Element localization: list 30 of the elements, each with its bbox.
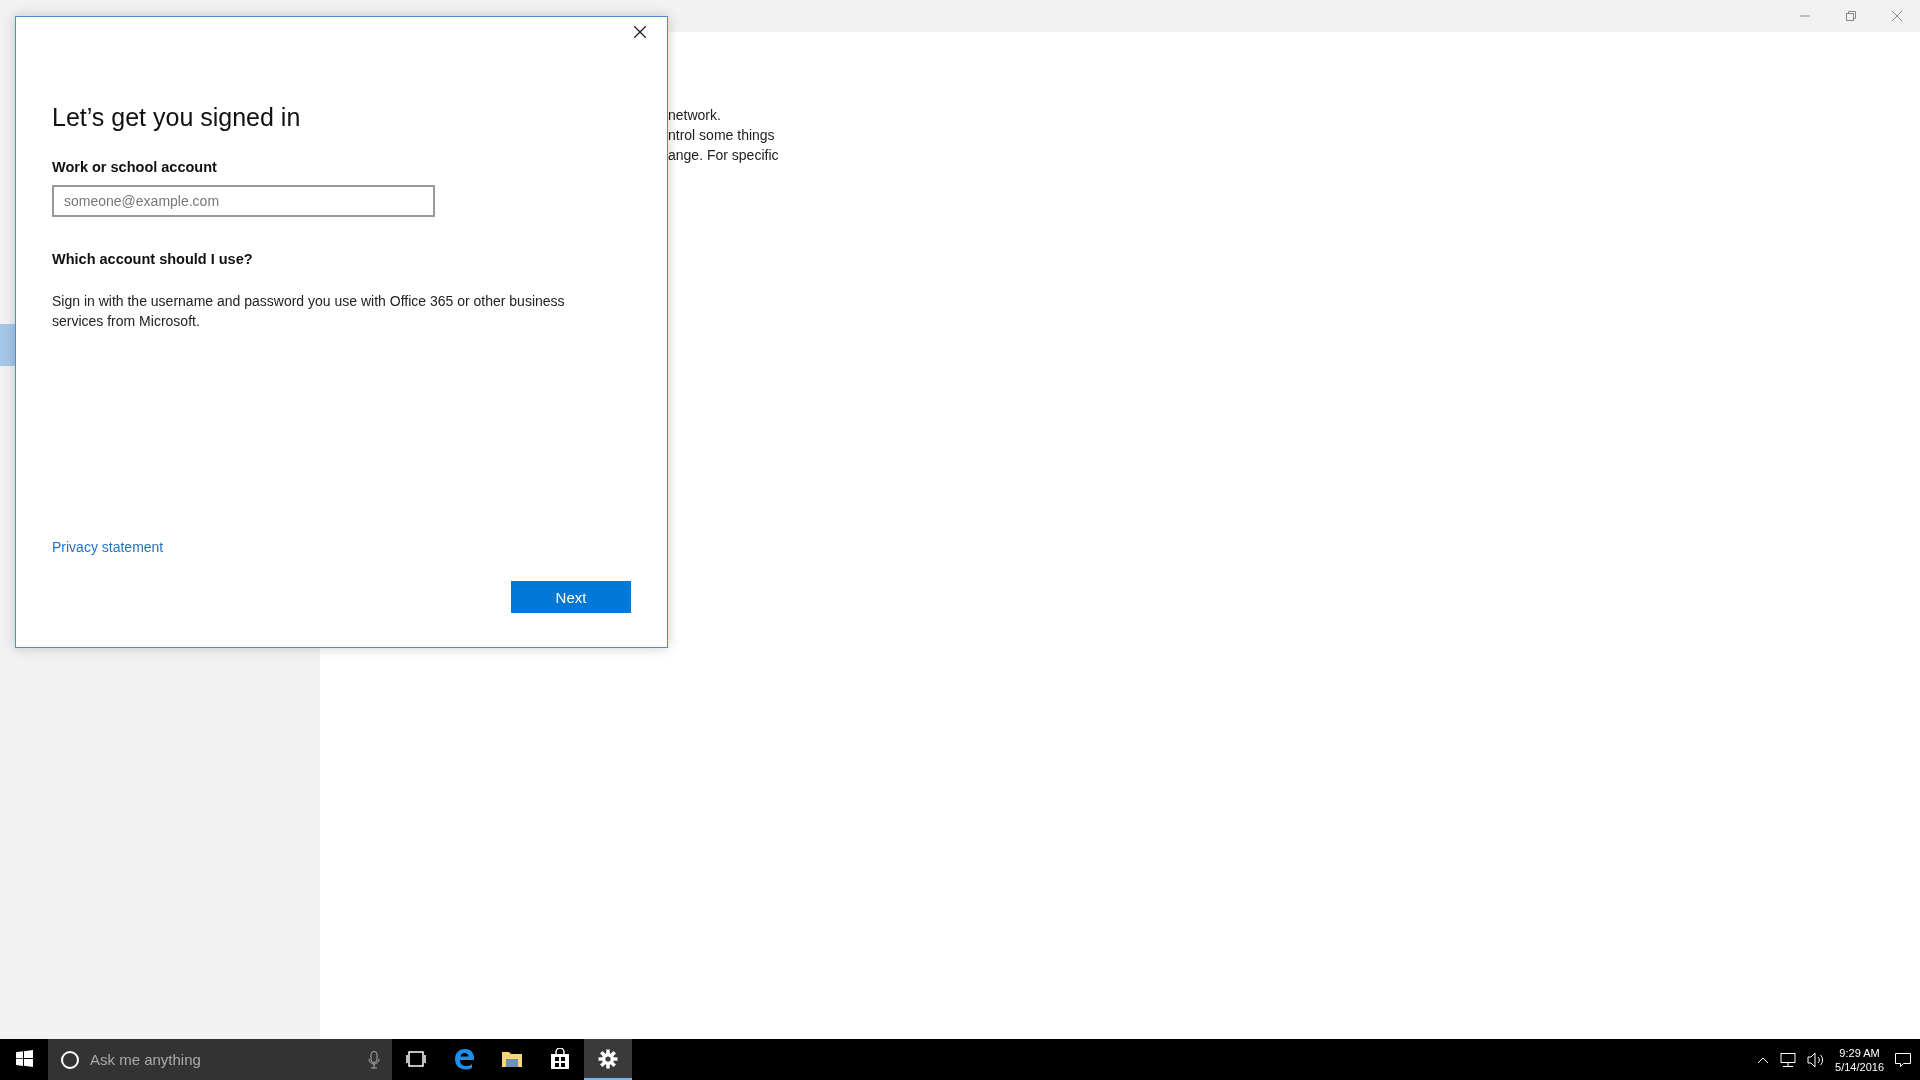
help-text: Sign in with the username and password you use with Office 365 or other business services from Microsoft. xyxy=(52,292,566,331)
network-icon[interactable] xyxy=(1779,1051,1798,1068)
close-icon xyxy=(634,26,646,38)
date-text: 5/14/2016 xyxy=(1835,1059,1884,1074)
description-text: ange. For specific xyxy=(668,146,780,165)
restore-icon xyxy=(1846,11,1856,21)
circle-icon xyxy=(60,1049,80,1070)
taskbar-app-button[interactable] xyxy=(584,1039,632,1080)
description-text: network. xyxy=(668,106,722,125)
chevron-up-icon[interactable] xyxy=(1757,1055,1770,1064)
gear-icon xyxy=(598,1048,618,1069)
time-text: 9:29 AM xyxy=(1839,1045,1880,1060)
dialog-title: Let’s get you signed in xyxy=(52,103,301,132)
microphone-icon[interactable] xyxy=(368,1050,380,1069)
description-text: ntrol some things xyxy=(668,126,776,145)
field-label: Work or school account xyxy=(52,159,217,175)
windows-logo-icon xyxy=(15,1050,33,1067)
clock[interactable]: 9:29 AM 5/14/2016 xyxy=(1835,1045,1884,1074)
search-box[interactable]: Ask me anything xyxy=(48,1039,392,1080)
browser-icon xyxy=(453,1047,475,1070)
email-field[interactable]: someone@example.com xyxy=(52,185,435,217)
help-heading: Which account should I use? xyxy=(52,251,253,267)
speaker-icon[interactable] xyxy=(1807,1051,1826,1068)
task-view-icon xyxy=(406,1050,426,1067)
search-field[interactable]: Ask me anything xyxy=(88,1050,360,1069)
next-button[interactable]: Next xyxy=(511,581,631,613)
close-icon xyxy=(1892,11,1902,21)
shopping-bag-icon xyxy=(550,1047,570,1070)
privacy-link[interactable]: Privacy statement xyxy=(52,539,164,555)
notification-icon[interactable] xyxy=(1894,1051,1912,1068)
